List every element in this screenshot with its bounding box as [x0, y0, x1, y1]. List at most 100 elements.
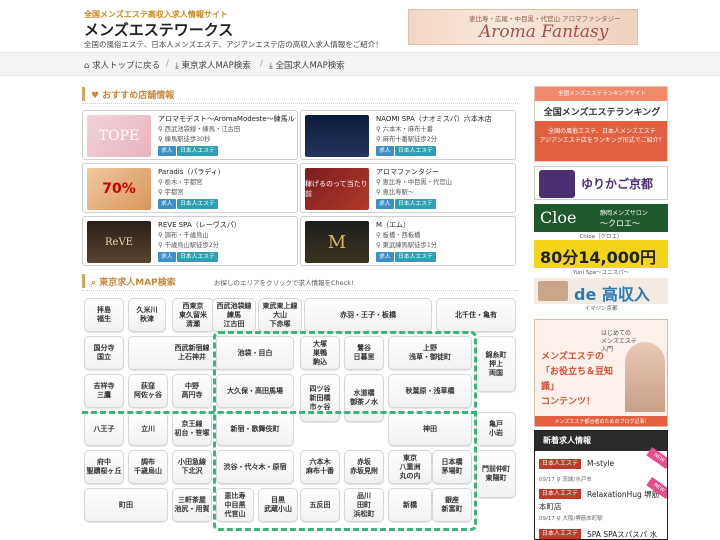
- map-area-button[interactable]: 西東京 東久留米 清瀬: [172, 298, 214, 332]
- map-area-button[interactable]: 京王線 初台・笹塚: [172, 412, 212, 446]
- map-area-button[interactable]: 銀座 新富町: [432, 488, 472, 522]
- map-area-button[interactable]: 久米川 秋津: [128, 298, 166, 332]
- tag-category[interactable]: 日本人エステ: [177, 252, 218, 262]
- yuni-spa-banner[interactable]: 80分14,000円: [534, 240, 668, 268]
- shop-name[interactable]: NAOMI SPA（ナオミスパ）六本木店: [376, 114, 514, 124]
- thumbnail-text: M: [327, 231, 347, 253]
- new-jobs-panel: 新着求人情報 日本人エステ M-style 09/17 ♀ 茨城/水戸市 NEW…: [534, 430, 668, 540]
- map-area-button[interactable]: 鶯谷 日暮里: [344, 336, 384, 370]
- shop-card[interactable]: M M（エム） ⚲ 板橋・西板橋 ⚲ 東武練馬駅徒歩1分 求人 日本人エステ: [300, 216, 516, 266]
- map-area-label: 京王線 初台・笹塚: [174, 420, 210, 437]
- howto-guide-banner[interactable]: はじめての メンズエステ入門 メンズエステの 「お役立ち＆豆知識」 コンテンツ！…: [534, 319, 668, 427]
- tag-category[interactable]: 日本人エステ: [177, 146, 218, 156]
- map-area-button[interactable]: 日本橋 茅場町: [432, 450, 472, 484]
- breadcrumb-national-map-link[interactable]: ⤓ 全国求人MAP検索: [269, 59, 345, 71]
- map-area-button[interactable]: 赤羽・王子・板橋: [304, 298, 432, 332]
- tag-recruit[interactable]: 求人: [158, 199, 176, 209]
- map-area-button[interactable]: 錦糸町 押上 両国: [476, 336, 516, 392]
- map-area-button[interactable]: 大塚 巣鴨 駒込: [300, 336, 340, 370]
- shop-name[interactable]: REVE SPA（レーヴスパ）: [158, 220, 296, 230]
- shop-name[interactable]: アロマモデスト～AromaModeste～練馬ルーム: [158, 114, 296, 124]
- map-area-button[interactable]: 門前仲町 東陽町: [476, 450, 516, 498]
- map-area-button[interactable]: 目黒 武蔵小山: [258, 488, 298, 522]
- map-area-button[interactable]: 亀戸 小岩: [476, 412, 516, 446]
- map-area-label: 池袋・目白: [237, 348, 273, 357]
- shop-card[interactable]: TOPE アロマモデスト～AromaModeste～練馬ルーム ⚲ 西武池袋線・練馬…: [82, 110, 298, 160]
- shop-card[interactable]: ReVE REVE SPA（レーヴスパ） ⚲ 調布・千歳烏山 ⚲ 千歳烏山駅徒歩2分求…: [82, 216, 298, 266]
- map-area-button[interactable]: 小田急線 下北沢: [172, 450, 212, 484]
- map-pin-icon: ⚲: [158, 189, 163, 196]
- map-area-button[interactable]: 神田: [388, 412, 472, 446]
- map-area-button[interactable]: 五反田: [300, 488, 340, 522]
- map-area-button[interactable]: 六本木 麻布十番: [300, 450, 340, 484]
- map-area-label: 錦糸町 押上 両国: [485, 350, 507, 377]
- tag-category[interactable]: 日本人エステ: [395, 146, 436, 156]
- map-area-button[interactable]: 三軒茶屋 池尻・用賀: [172, 488, 212, 522]
- site-title[interactable]: メンズエステワークス: [84, 19, 233, 40]
- map-area-label: 恵比寿 中目黒 代官山: [224, 491, 246, 518]
- map-area-button[interactable]: 西武池袋線 練馬 江古田: [212, 298, 256, 332]
- download-arrow-icon: ⤓: [269, 61, 273, 71]
- tag-recruit[interactable]: 求人: [158, 146, 176, 156]
- thumbnail-text: ReVE: [105, 236, 133, 248]
- map-area-label: 日本橋 茅場町: [441, 458, 463, 475]
- search-icon: ⌕: [91, 278, 97, 288]
- map-area-button[interactable]: 国分寺 国立: [84, 336, 124, 370]
- imagine-kyoto-banner[interactable]: de 高収入: [534, 278, 668, 304]
- map-area-button[interactable]: 中野 高円寺: [172, 374, 212, 408]
- tag-category[interactable]: 日本人エステ: [395, 252, 436, 262]
- section-title-text: 東京求人MAP検索: [99, 278, 176, 288]
- map-area-label: 中野 高円寺: [181, 382, 203, 399]
- shop-name[interactable]: Paradis（パラディ）: [158, 167, 296, 177]
- map-area-button[interactable]: 立川: [128, 412, 168, 446]
- tag-category[interactable]: 日本人エステ: [177, 199, 218, 209]
- map-hint: お探しのエリアをクリックで求人情報をCheck!: [214, 279, 354, 287]
- map-area-button[interactable]: 調布 千歳烏山: [128, 450, 168, 484]
- ranking-banner[interactable]: 全国メンズエステランキングサイト 全国メンズエステランキング 全国の風俗エステ、…: [534, 86, 668, 162]
- tag-recruit[interactable]: 求人: [158, 252, 176, 262]
- shop-card[interactable]: 70% Paradis（パラディ） ⚲ 栃木・宇都宮 ⚲ 宇都宮 求人 日本人エステ: [82, 163, 298, 213]
- tag-recruit[interactable]: 求人: [376, 146, 394, 156]
- map-area-button[interactable]: 東武東上線 大山 下赤塚: [258, 298, 302, 332]
- map-area-button[interactable]: 東京 八重洲 丸の内: [388, 450, 432, 484]
- map-area-label: 六本木 麻布十番: [306, 458, 334, 475]
- map-area-button[interactable]: 八王子: [84, 412, 124, 446]
- new-jobs-list: 日本人エステ M-style 09/17 ♀ 茨城/水戸市 NEW 日本人エステ…: [535, 447, 667, 539]
- map-area-button[interactable]: 大久保・高田馬場: [216, 374, 294, 408]
- shop-access: ⚲ 宇都宮: [158, 187, 184, 196]
- tag-category[interactable]: 日本人エステ: [395, 199, 436, 209]
- cloe-banner[interactable]: Cloe 静岡メンズサロン ～クロエ～: [534, 204, 668, 232]
- map-area-button[interactable]: 池袋・目白: [216, 336, 294, 370]
- shop-card[interactable]: NAOMI SPA（ナオミスパ）六本木店 ⚲ 六本木・麻布十番 ⚲ 麻布十番駅徒歩2…: [300, 110, 516, 160]
- map-area-button[interactable]: 恵比寿 中目黒 代官山: [216, 488, 254, 522]
- map-area-button[interactable]: 吉祥寺 三鷹: [84, 374, 124, 408]
- map-area-button[interactable]: 拝島 福生: [84, 298, 124, 332]
- map-area-button[interactable]: 品川 田町 浜松町: [344, 488, 384, 522]
- map-area-button[interactable]: 四ツ谷 新田橋 市ヶ谷: [300, 374, 340, 422]
- tag-recruit[interactable]: 求人: [376, 199, 394, 209]
- new-job-item[interactable]: 日本人エステ SPA SPAスパスパ 水: [539, 529, 667, 539]
- new-job-item[interactable]: 日本人エステ RelaxationHug 堺筋 本町店 09/17 ♀ 大阪/堺…: [539, 477, 667, 523]
- map-area-button[interactable]: 新宿・歌舞伎町: [216, 412, 294, 446]
- aroma-fantasy-banner[interactable]: 恵比寿・広尾・中目黒・代官山 アロマファンタジー Aroma Fantasy: [408, 9, 638, 45]
- shop-access-text: 恵比寿駅～: [382, 189, 415, 196]
- breadcrumb-top-link[interactable]: ⌂ 求人トップに戻る: [84, 59, 160, 71]
- thumbnail-text: 70%: [102, 181, 136, 197]
- map-area-button[interactable]: 赤坂 赤坂見附: [344, 450, 384, 484]
- map-area-button[interactable]: 荻窪 阿佐ヶ谷: [128, 374, 168, 408]
- tag-recruit[interactable]: 求人: [376, 252, 394, 262]
- map-area-button[interactable]: 北千住・亀有: [436, 298, 516, 332]
- yurikago-kyoto-banner[interactable]: ゆりかご京都: [534, 166, 668, 200]
- map-area-label: 目黒 武蔵小山: [264, 496, 292, 513]
- shop-card[interactable]: 稼げるのって当たり前 アロマファンタジー ⚲ 恵比寿・中目黒・代官山 ⚲ 恵比寿駅～求…: [300, 163, 516, 213]
- map-area-button[interactable]: 水道橋 御茶ノ水: [344, 374, 384, 422]
- breadcrumb-tokyo-map-link[interactable]: ⤓ 東京求人MAP検索: [175, 59, 251, 71]
- map-area-button[interactable]: 府中 聖蹟桜ヶ丘: [84, 450, 124, 484]
- shop-name[interactable]: アロマファンタジー: [376, 167, 514, 177]
- map-area-button[interactable]: 秋葉原・浅草橋: [388, 374, 472, 408]
- shop-name[interactable]: M（エム）: [376, 220, 514, 230]
- map-area-button[interactable]: 新橋: [388, 488, 432, 522]
- map-area-button[interactable]: 上野 浅草・御徒町: [388, 336, 472, 370]
- map-area-button[interactable]: 町田: [84, 488, 168, 522]
- map-area-button[interactable]: 渋谷・代々木・原宿: [216, 450, 294, 484]
